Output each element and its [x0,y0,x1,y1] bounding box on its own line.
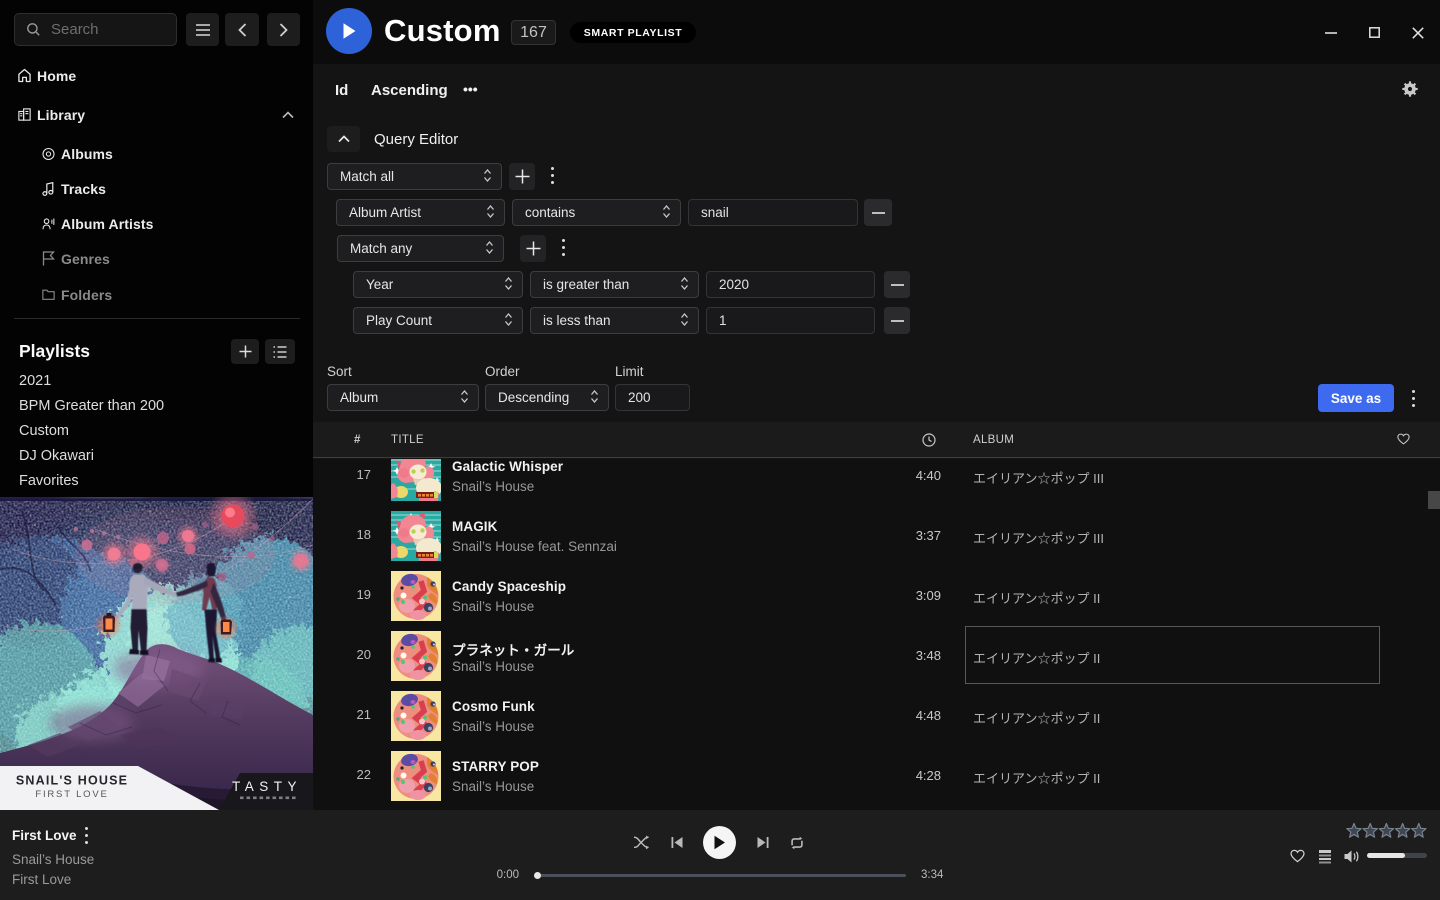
svg-text:TASTY: TASTY [232,779,302,794]
svg-text:FIRST LOVE: FIRST LOVE [35,789,108,800]
svg-text:SNAIL'S HOUSE: SNAIL'S HOUSE [16,774,128,788]
